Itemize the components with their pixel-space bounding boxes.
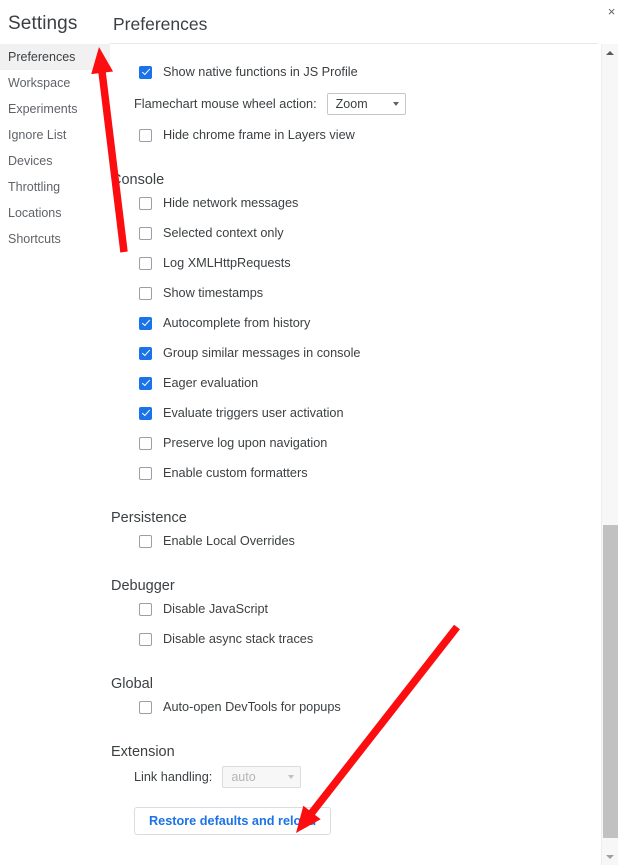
sidebar-item-devices[interactable]: Devices: [0, 148, 110, 174]
checkbox-row-preserve-log-upon-navigation[interactable]: Preserve log upon navigation: [110, 428, 598, 458]
preferences-scroll-area: Show native functions in JS Profile Flame…: [110, 44, 598, 865]
checkbox-unchecked-icon[interactable]: [139, 700, 152, 714]
sidebar-item-experiments[interactable]: Experiments: [0, 96, 110, 122]
settings-sidebar: Settings Preferences Workspace Experiments…: [0, 0, 110, 865]
sidebar-item-label: Preferences: [8, 50, 76, 64]
sidebar-item-throttling[interactable]: Throttling: [0, 174, 110, 200]
select-row-link-handling: Link handling: auto: [110, 760, 598, 793]
checkbox-row-hide-network-messages[interactable]: Hide network messages: [110, 188, 598, 218]
checkbox-checked-icon[interactable]: [139, 376, 152, 390]
checkbox-unchecked-icon[interactable]: [139, 196, 152, 210]
checkbox-row-selected-context-only[interactable]: Selected context only: [110, 218, 598, 248]
section-heading: Console: [111, 172, 165, 188]
checkbox-row-hide-chrome-frame-in-layers-view[interactable]: Hide chrome frame in Layers view: [110, 120, 598, 150]
section-persistence: Persistence Enable Local Overrides: [110, 510, 598, 556]
checkbox-row-group-similar-messages-in-console[interactable]: Group similar messages in console: [110, 338, 598, 368]
sidebar-item-preferences[interactable]: Preferences: [0, 44, 110, 70]
checkbox-unchecked-icon[interactable]: [139, 632, 152, 646]
sidebar-item-shortcuts[interactable]: Shortcuts: [0, 226, 110, 252]
checkbox-row-enable-custom-formatters[interactable]: Enable custom formatters: [110, 458, 598, 488]
restore-defaults-row: Restore defaults and reload: [110, 807, 598, 835]
dropdown-flamechart-mouse-wheel-action[interactable]: Zoom: [326, 92, 406, 115]
checkbox-unchecked-icon[interactable]: [139, 466, 152, 480]
dropdown-link-handling: auto: [222, 765, 302, 788]
checkbox-label: Hide network messages: [163, 196, 299, 210]
sidebar-item-ignore-list[interactable]: Ignore List: [0, 122, 110, 148]
sidebar-item-label: Locations: [8, 206, 62, 220]
checkbox-label: Hide chrome frame in Layers view: [163, 128, 355, 142]
checkbox-label: Auto-open DevTools for popups: [163, 700, 341, 714]
checkbox-label: Enable Local Overrides: [163, 534, 295, 548]
checkbox-label: Enable custom formatters: [163, 466, 308, 480]
select-label: Flamechart mouse wheel action:: [134, 96, 317, 111]
checkbox-label: Disable async stack traces: [163, 632, 314, 646]
section-debugger: Debugger Disable JavaScript Disable async …: [110, 578, 598, 654]
checkbox-row-enable-local-overrides[interactable]: Enable Local Overrides: [110, 526, 598, 556]
section-heading: Debugger: [111, 578, 175, 594]
checkbox-label: Preserve log upon navigation: [163, 436, 328, 450]
scrollbar-thumb[interactable]: [603, 525, 618, 838]
section-global: Global Auto-open DevTools for popups: [110, 676, 598, 722]
section-heading: Global: [111, 676, 153, 692]
page-title: Preferences: [113, 14, 208, 34]
sidebar-title: Settings: [8, 13, 78, 34]
checkbox-unchecked-icon[interactable]: [139, 128, 152, 142]
checkbox-row-show-timestamps[interactable]: Show timestamps: [110, 278, 598, 308]
dropdown-selected-value: auto: [231, 769, 256, 784]
checkbox-unchecked-icon[interactable]: [139, 256, 152, 270]
sidebar-nav-list: Preferences Workspace Experiments Ignore Li…: [0, 44, 110, 252]
checkbox-label: Log XMLHttpRequests: [163, 256, 291, 270]
vertical-scrollbar[interactable]: [601, 44, 618, 865]
sidebar-item-label: Throttling: [8, 180, 61, 194]
select-row-flamechart-mouse-wheel-action: Flamechart mouse wheel action: Zoom: [110, 87, 598, 120]
checkbox-label: Disable JavaScript: [163, 602, 269, 616]
sidebar-item-workspace[interactable]: Workspace: [0, 70, 110, 96]
sidebar-item-label: Shortcuts: [8, 232, 61, 246]
dropdown-selected-value: Zoom: [335, 96, 368, 111]
close-icon[interactable]: ×: [598, 0, 625, 22]
scroll-down-arrow-icon[interactable]: [602, 848, 618, 865]
checkbox-row-autocomplete-from-history[interactable]: Autocomplete from history: [110, 308, 598, 338]
sidebar-item-label: Devices: [8, 154, 53, 168]
checkbox-unchecked-icon[interactable]: [139, 602, 152, 616]
chevron-down-icon: [288, 774, 295, 779]
checkbox-unchecked-icon[interactable]: [139, 226, 152, 240]
checkbox-label: Show timestamps: [163, 286, 264, 300]
preferences-panel: Preferences Show native functions in JS …: [110, 0, 598, 865]
checkbox-label: Eager evaluation: [163, 376, 259, 390]
sidebar-item-locations[interactable]: Locations: [0, 200, 110, 226]
checkbox-row-disable-javascript[interactable]: Disable JavaScript: [110, 594, 598, 624]
sidebar-item-label: Experiments: [8, 102, 78, 116]
checkbox-label: Autocomplete from history: [163, 316, 311, 330]
chevron-down-icon: [392, 101, 399, 106]
checkbox-unchecked-icon[interactable]: [139, 436, 152, 450]
restore-defaults-and-reload-button[interactable]: Restore defaults and reload: [134, 807, 332, 835]
checkbox-row-show-native-functions-in-js-profile[interactable]: Show native functions in JS Profile: [110, 57, 598, 87]
checkbox-row-auto-open-devtools-for-popups[interactable]: Auto-open DevTools for popups: [110, 692, 598, 722]
checkbox-label: Group similar messages in console: [163, 346, 361, 360]
sidebar-item-label: Ignore List: [8, 128, 67, 142]
checkbox-unchecked-icon[interactable]: [139, 286, 152, 300]
checkbox-unchecked-icon[interactable]: [139, 534, 152, 548]
checkbox-row-log-xmlhttprequests[interactable]: Log XMLHttpRequests: [110, 248, 598, 278]
sidebar-item-label: Workspace: [8, 76, 71, 90]
checkbox-checked-icon[interactable]: [139, 346, 152, 360]
checkbox-row-evaluate-triggers-user-activation[interactable]: Evaluate triggers user activation: [110, 398, 598, 428]
checkbox-label: Evaluate triggers user activation: [163, 406, 344, 420]
select-label: Link handling:: [134, 769, 213, 784]
checkbox-checked-icon[interactable]: [139, 406, 152, 420]
checkbox-row-disable-async-stack-traces[interactable]: Disable async stack traces: [110, 624, 598, 654]
scroll-up-arrow-icon[interactable]: [602, 44, 618, 61]
section-extension: Extension Link handling: auto: [110, 744, 598, 793]
checkbox-checked-icon[interactable]: [139, 65, 152, 79]
checkbox-row-eager-evaluation[interactable]: Eager evaluation: [110, 368, 598, 398]
checkbox-checked-icon[interactable]: [139, 316, 152, 330]
checkbox-label: Show native functions in JS Profile: [163, 65, 358, 79]
checkbox-label: Selected context only: [163, 226, 284, 240]
section-console: Console Hide network messages Selected con…: [110, 172, 598, 488]
section-heading: Extension: [111, 744, 175, 760]
section-heading: Persistence: [111, 510, 187, 526]
